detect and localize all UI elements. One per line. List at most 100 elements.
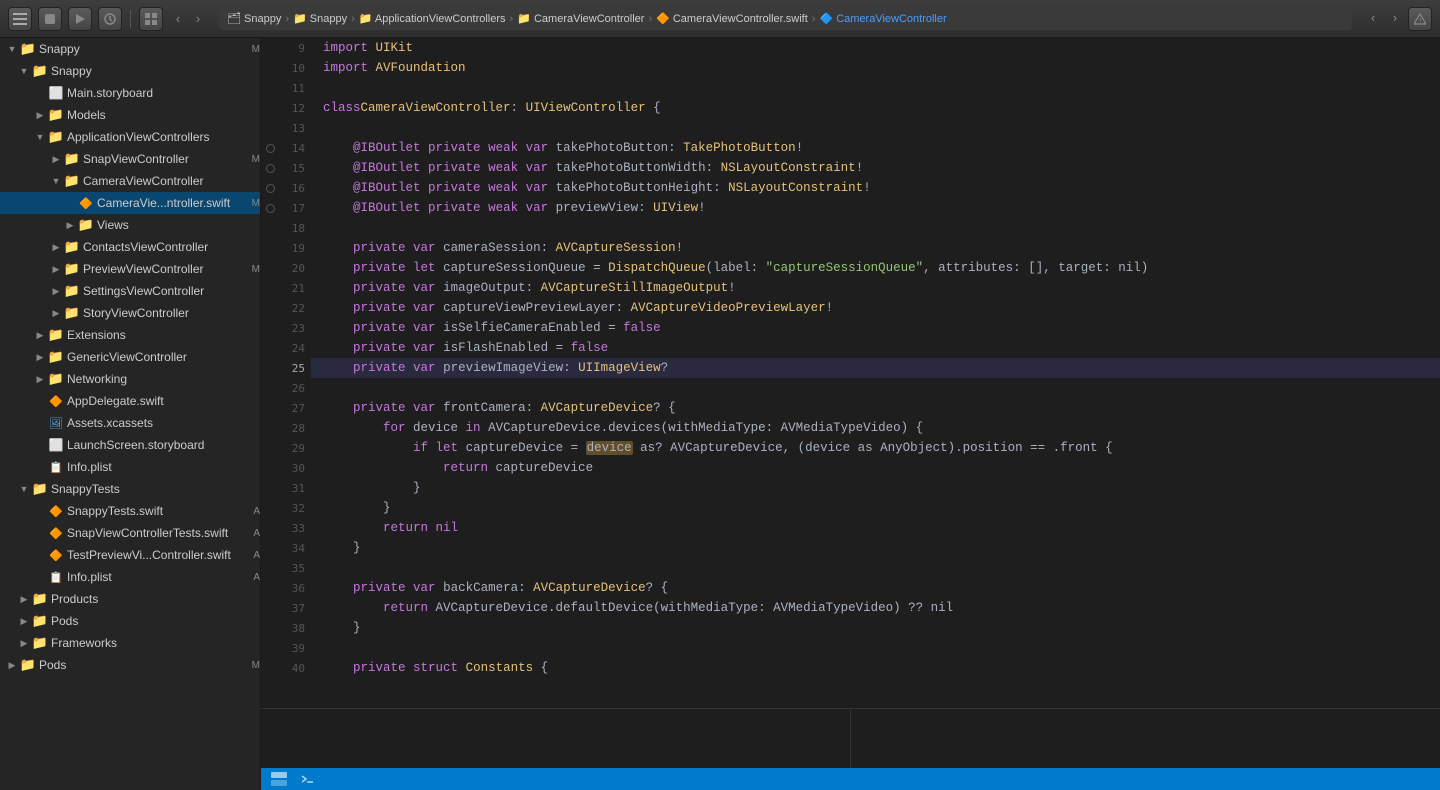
debug-console-btn[interactable] — [297, 769, 317, 789]
breadcrumb-snappy-2[interactable]: 📁 Snappy — [293, 12, 347, 25]
sidebar-item-views[interactable]: ▶ 📁 Views — [0, 214, 260, 236]
code-line-32[interactable]: } — [311, 498, 1440, 518]
code-line-24[interactable]: private var isFlashEnabled = false — [311, 338, 1440, 358]
sidebar-item-testpreviewvc[interactable]: 🔶 TestPreviewVi...Controller.swift A — [0, 544, 260, 566]
breadcrumb-cameravc-folder[interactable]: 📁 CameraViewController — [517, 12, 644, 25]
gutter-13 — [261, 118, 279, 138]
code-line-12[interactable]: class CameraViewController: UIViewContro… — [311, 98, 1440, 118]
code-line-14[interactable]: @IBOutlet private weak var takePhotoButt… — [311, 138, 1440, 158]
file-icon: ⬜ — [48, 85, 64, 101]
code-line-40[interactable]: private struct Constants { — [311, 658, 1440, 678]
code-line-34[interactable]: } — [311, 538, 1440, 558]
gutter-31 — [261, 478, 279, 498]
code-editor[interactable]: import UIKit import AVFoundation class C… — [311, 38, 1440, 708]
folder-icon: 📁 — [48, 349, 64, 365]
code-line-15[interactable]: @IBOutlet private weak var takePhotoButt… — [311, 158, 1440, 178]
code-line-37[interactable]: return AVCaptureDevice.defaultDevice(wit… — [311, 598, 1440, 618]
run-btn[interactable] — [68, 7, 92, 31]
sidebar-toggle-btn[interactable] — [8, 7, 32, 31]
breadcrumb-cameravc-class[interactable]: 🔷 CameraViewController — [819, 12, 946, 25]
spacer — [32, 503, 48, 519]
code-line-10[interactable]: import AVFoundation — [311, 58, 1440, 78]
code-line-17[interactable]: @IBOutlet private weak var previewView: … — [311, 198, 1440, 218]
code-line-21[interactable]: private var imageOutput: AVCaptureStillI… — [311, 278, 1440, 298]
breadcrumb-appvc[interactable]: 📁 ApplicationViewControllers — [359, 12, 506, 25]
sidebar-label: StoryViewController — [83, 306, 260, 320]
sidebar-item-appdelegate[interactable]: 🔶 AppDelegate.swift — [0, 390, 260, 412]
sidebar-item-networking[interactable]: ▶ 📁 Networking — [0, 368, 260, 390]
gutter-16[interactable] — [261, 178, 279, 198]
sidebar-item-contactsvc[interactable]: ▶ 📁 ContactsViewController — [0, 236, 260, 258]
ln-25: 25 — [279, 358, 311, 378]
folder-icon: 📁 — [64, 283, 80, 299]
code-line-22[interactable]: private var captureViewPreviewLayer: AVC… — [311, 298, 1440, 318]
code-line-9[interactable]: import UIKit — [311, 38, 1440, 58]
sidebar-item-extensions[interactable]: ▶ 📁 Extensions — [0, 324, 260, 346]
code-line-11[interactable] — [311, 78, 1440, 98]
code-line-39[interactable] — [311, 638, 1440, 658]
sidebar-item-products[interactable]: ▶ 📁 Products — [0, 588, 260, 610]
sidebar-item-cameravc-swift[interactable]: 🔶 CameraVie...ntroller.swift M — [0, 192, 260, 214]
sidebar-item-snappytests[interactable]: ▼ 📁 SnappyTests — [0, 478, 260, 500]
code-line-16[interactable]: @IBOutlet private weak var takePhotoButt… — [311, 178, 1440, 198]
code-line-35[interactable] — [311, 558, 1440, 578]
code-line-31[interactable]: } — [311, 478, 1440, 498]
sidebar-item-frameworks[interactable]: ▶ 📁 Frameworks — [0, 632, 260, 654]
gutter-15[interactable] — [261, 158, 279, 178]
jump-back-btn[interactable]: ‹ — [1364, 7, 1382, 29]
grid-btn[interactable] — [139, 7, 163, 31]
code-line-13[interactable] — [311, 118, 1440, 138]
badge: M — [252, 198, 260, 209]
sidebar-item-snappytests-swift[interactable]: 🔶 SnappyTests.swift A — [0, 500, 260, 522]
sidebar-item-pods[interactable]: ▶ 📁 Pods — [0, 610, 260, 632]
sidebar-item-snapvc[interactable]: ▶ 📁 SnapViewController M — [0, 148, 260, 170]
breadcrumb-snappy-1[interactable]: 🗂 Snappy — [227, 12, 281, 25]
breadcrumb-cameravc-file[interactable]: 🔶 CameraViewController.swift — [656, 12, 808, 25]
sidebar-item-cameravc-folder[interactable]: ▼ 📁 CameraViewController — [0, 170, 260, 192]
gutter-14[interactable] — [261, 138, 279, 158]
ln-34: 34 — [279, 538, 311, 558]
sidebar-item-storyvc[interactable]: ▶ 📁 StoryViewController — [0, 302, 260, 324]
sidebar-item-snappy-group[interactable]: ▼ 📁 Snappy — [0, 60, 260, 82]
sidebar-item-infoplist-tests[interactable]: 📋 Info.plist A — [0, 566, 260, 588]
code-line-28[interactable]: for device in AVCaptureDevice.devices(wi… — [311, 418, 1440, 438]
ln-19: 19 — [279, 238, 311, 258]
folder-icon: 📁 — [48, 371, 64, 387]
sidebar-item-main-storyboard[interactable]: ⬜ Main.storyboard — [0, 82, 260, 104]
sidebar-item-pods-root[interactable]: ▶ 📁 Pods M — [0, 654, 260, 676]
code-line-27[interactable]: private var frontCamera: AVCaptureDevice… — [311, 398, 1440, 418]
sidebar-item-launchscreen[interactable]: ⬜ LaunchScreen.storyboard — [0, 434, 260, 456]
sidebar-item-appvc[interactable]: ▼ 📁 ApplicationViewControllers — [0, 126, 260, 148]
nav-forward-btn[interactable]: › — [189, 8, 207, 30]
sidebar-item-previewvc[interactable]: ▶ 📁 PreviewViewController M — [0, 258, 260, 280]
debug-toggle-btn[interactable] — [269, 769, 289, 789]
sidebar-item-infoplist[interactable]: 📋 Info.plist — [0, 456, 260, 478]
code-line-29[interactable]: if let captureDevice = device as? AVCapt… — [311, 438, 1440, 458]
code-line-38[interactable]: } — [311, 618, 1440, 638]
sidebar-item-snapvctests[interactable]: 🔶 SnapViewControllerTests.swift A — [0, 522, 260, 544]
ln-28: 28 — [279, 418, 311, 438]
gutter-17[interactable] — [261, 198, 279, 218]
sidebar-item-genericvc[interactable]: ▶ 📁 GenericViewController — [0, 346, 260, 368]
nav-back-btn[interactable]: ‹ — [169, 8, 187, 30]
sidebar-item-models[interactable]: ▶ 📁 Models — [0, 104, 260, 126]
code-line-18[interactable] — [311, 218, 1440, 238]
ln-30: 30 — [279, 458, 311, 478]
sidebar-label: ContactsViewController — [83, 240, 260, 254]
code-line-30[interactable]: return captureDevice — [311, 458, 1440, 478]
code-line-26[interactable] — [311, 378, 1440, 398]
sidebar-item-snappy-root[interactable]: ▼ 📁 Snappy M — [0, 38, 260, 60]
sidebar-item-assets[interactable]: 🖼 Assets.xcassets — [0, 412, 260, 434]
jump-forward-btn[interactable]: › — [1386, 7, 1404, 29]
sidebar-item-settingsvc[interactable]: ▶ 📁 SettingsViewController — [0, 280, 260, 302]
code-line-33[interactable]: return nil — [311, 518, 1440, 538]
code-line-25[interactable]: private var previewImageView: UIImageVie… — [311, 358, 1440, 378]
code-line-36[interactable]: private var backCamera: AVCaptureDevice?… — [311, 578, 1440, 598]
spacer — [32, 393, 48, 409]
scheme-btn[interactable] — [98, 7, 122, 31]
warning-btn[interactable]: ! — [1408, 7, 1432, 31]
code-line-19[interactable]: private var cameraSession: AVCaptureSess… — [311, 238, 1440, 258]
code-line-23[interactable]: private var isSelfieCameraEnabled = fals… — [311, 318, 1440, 338]
stop-btn[interactable] — [38, 7, 62, 31]
code-line-20[interactable]: private let captureSessionQueue = Dispat… — [311, 258, 1440, 278]
